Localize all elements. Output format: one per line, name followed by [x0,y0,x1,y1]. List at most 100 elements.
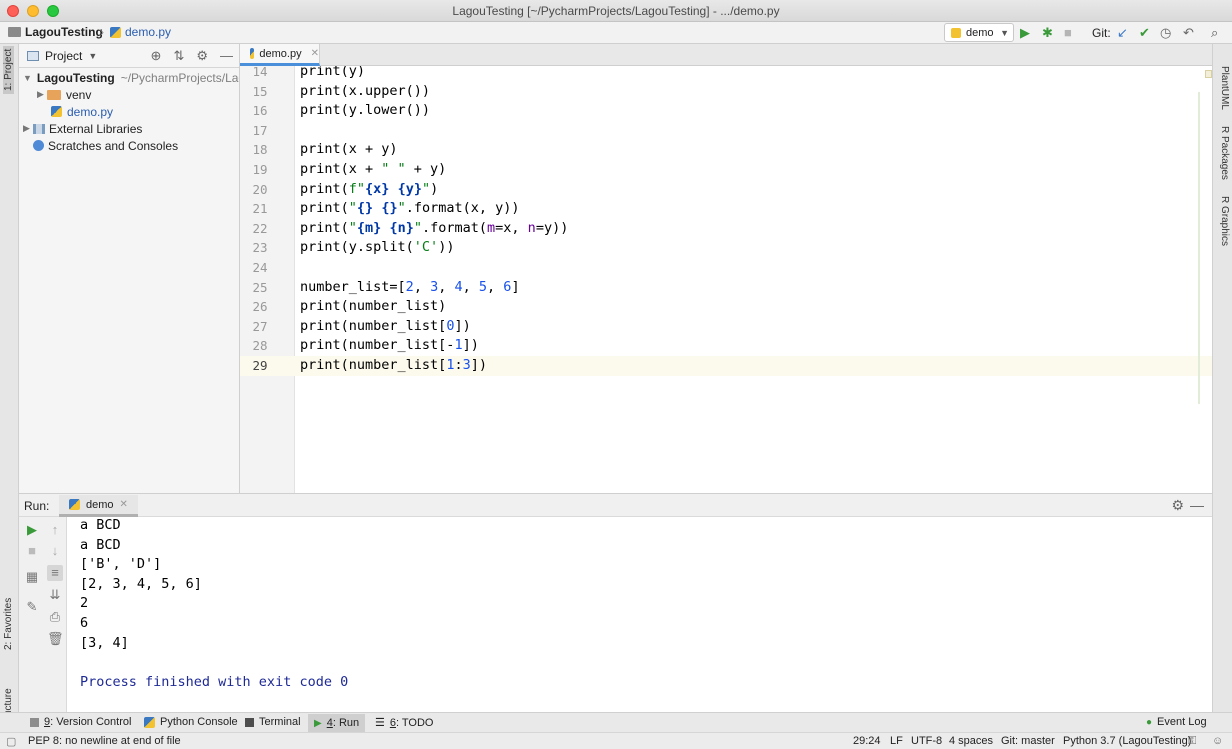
code-line[interactable]: 15 print(x.upper()) [240,82,1212,102]
debug-icon[interactable]: ✱ [1042,25,1053,41]
stop-icon[interactable]: ■ [24,543,40,559]
run-panel-header: Run: demo ✕ ⚙ — [19,493,1212,517]
project-view-select[interactable]: Project [45,49,82,63]
console-output-line: ['B', 'D'] [80,556,162,573]
python-file-icon [69,499,80,510]
git-update-icon[interactable]: ↙ [1117,25,1128,41]
run-console-output[interactable]: a BCD a BCD ['B', 'D'] [2, 3, 4, 5, 6] 2 6 [3,… [67,517,1212,712]
code-line[interactable]: 26 print(number_list) [240,297,1212,317]
favorites-tool-button[interactable]: 2: Favorites [3,598,14,650]
code-text: print(number_list[0]) [300,317,471,334]
code-text: print(x + " " + y) [300,161,447,177]
plantuml-tool-button[interactable]: PlantUML [1219,66,1230,110]
close-icon[interactable]: ✕ [120,499,128,510]
code-line[interactable]: 19 print(x + " " + y) [240,160,1212,180]
stop-icon[interactable]: ■ [1064,25,1072,41]
code-text: print(x + y) [300,141,398,158]
code-editor[interactable]: 14 print(y) 15 print(x.upper()) 16 print(y.lo… [240,66,1212,493]
tool-window-label: Terminal [259,716,301,728]
line-number: 27 [252,318,268,334]
tree-item-scratches[interactable]: Scratches and Consoles [19,137,239,154]
toggle-tool-windows-icon[interactable]: ▢ [6,735,16,748]
gear-icon[interactable]: ⚙ [196,48,208,64]
tree-item-project-root[interactable]: ▼ LagouTesting ~/PycharmProjects/LagouTe… [19,69,239,86]
soft-wrap-icon[interactable]: ≡ [47,565,63,581]
console-output-line: a BCD [80,517,121,533]
run-icon[interactable]: ▶ [1020,25,1030,41]
scrollbar-track[interactable] [1198,92,1200,404]
code-text: print(number_list) [300,298,447,315]
print-icon[interactable]: ⎙ [47,609,63,625]
tool-window-terminal[interactable]: Terminal [245,716,301,728]
layout-icon[interactable]: ▦ [24,569,40,585]
line-separator[interactable]: LF [890,735,903,747]
code-line[interactable]: 16 print(y.lower()) [240,101,1212,121]
r-packages-tool-button[interactable]: R Packages [1219,126,1230,180]
python-file-icon [250,48,255,59]
tool-window-event-log[interactable]: ● Event Log [1146,716,1207,728]
tab-demo-py[interactable]: demo.py ✕ [240,44,320,66]
tree-item-label: demo.py [67,104,114,119]
lock-icon[interactable]: ⚿ [1188,735,1196,748]
indent-setting[interactable]: 4 spaces [949,735,993,747]
tree-item-demo-py[interactable]: demo.py [19,103,239,120]
run-tab-demo[interactable]: demo ✕ [59,495,138,517]
python-config-icon [951,27,961,38]
rerun-icon[interactable]: ▶ [24,522,40,538]
code-line[interactable]: 17 [240,121,1212,141]
tool-window-label: 4: Run [326,717,360,729]
caret-position[interactable]: 29:24 [853,735,881,747]
python-interpreter[interactable]: Python 3.7 (LagouTesting) [1063,735,1191,747]
scroll-down-icon[interactable]: ↓ [47,543,63,559]
version-control-icon [30,717,39,727]
minimize-icon[interactable]: — [220,48,233,64]
minimize-icon[interactable]: — [1190,497,1204,513]
scroll-to-end-icon[interactable]: ⇊ [47,587,63,603]
tree-item-venv[interactable]: ▶ venv [19,86,239,103]
code-line[interactable]: 21 print("{} {}".format(x, y)) [240,199,1212,219]
revert-icon[interactable]: ↶ [1183,25,1194,41]
code-line[interactable]: 28 print(number_list[-1]) [240,336,1212,356]
code-line[interactable]: 18 print(x + y) [240,140,1212,160]
git-branch[interactable]: Git: master [1001,735,1055,747]
code-line[interactable]: 14 print(y) [240,66,1212,82]
code-line[interactable]: 24 [240,258,1212,278]
run-configuration-select[interactable]: demo ▼ [944,23,1014,42]
status-bar: ▢ PEP 8: no newline at end of file 29:24… [0,732,1232,749]
inspector-icon[interactable]: ☺ [1212,735,1223,747]
collapse-all-icon[interactable]: ⇅ [173,48,184,64]
code-line[interactable]: 20 print(f"{x} {y}") [240,180,1212,200]
trash-icon[interactable]: 🗑 [47,631,64,647]
todo-icon: ☰ [375,717,385,729]
tool-window-python-console[interactable]: Python Console [144,716,238,728]
close-icon[interactable]: ✕ [311,48,319,59]
tool-window-label: Python Console [160,716,238,728]
tool-window-bar: 9: Version Control Python Console Termin… [0,712,1232,732]
scroll-up-icon[interactable]: ↑ [47,522,63,538]
gear-icon[interactable]: ⚙ [1171,497,1184,514]
git-commit-icon[interactable]: ✔ [1139,25,1150,41]
file-encoding[interactable]: UTF-8 [911,735,942,747]
project-tool-button[interactable]: 1: Project [3,45,14,94]
inspection-status-icon[interactable] [1205,70,1212,78]
chevron-down-icon[interactable]: ▼ [88,51,97,61]
locate-icon[interactable]: ⊕ [151,48,162,64]
code-line[interactable]: 29 print(number_list[1:3]) [240,356,1212,376]
tree-item-external-libraries[interactable]: ▶ External Libraries [19,120,239,137]
breadcrumb-file[interactable]: demo.py [110,25,171,39]
history-icon[interactable]: ◷ [1160,25,1171,41]
code-line[interactable]: 25 number_list=[2, 3, 4, 5, 6] [240,278,1212,298]
breadcrumb-project[interactable]: LagouTesting [8,25,103,39]
tool-window-version-control[interactable]: 9: Version Control [30,716,131,728]
code-line[interactable]: 23 print(y.split('C')) [240,238,1212,258]
code-text: print("{m} {n}".format(m=x, n=y)) [300,219,569,236]
r-graphics-tool-button[interactable]: R Graphics [1219,196,1230,246]
pin-icon[interactable]: ✎ [24,599,40,615]
tool-window-run[interactable]: ▶ 4: Run [308,714,366,732]
tool-window-todo[interactable]: ☰ 6: TODO [375,716,434,730]
search-icon[interactable]: ⌕ [1211,25,1218,41]
tree-item-label: External Libraries [49,121,143,136]
tree-item-path: ~/PycharmProjects/LagouTesting [120,70,239,85]
code-line[interactable]: 22 print("{m} {n}".format(m=x, n=y)) [240,219,1212,239]
code-line[interactable]: 27 print(number_list[0]) [240,317,1212,337]
